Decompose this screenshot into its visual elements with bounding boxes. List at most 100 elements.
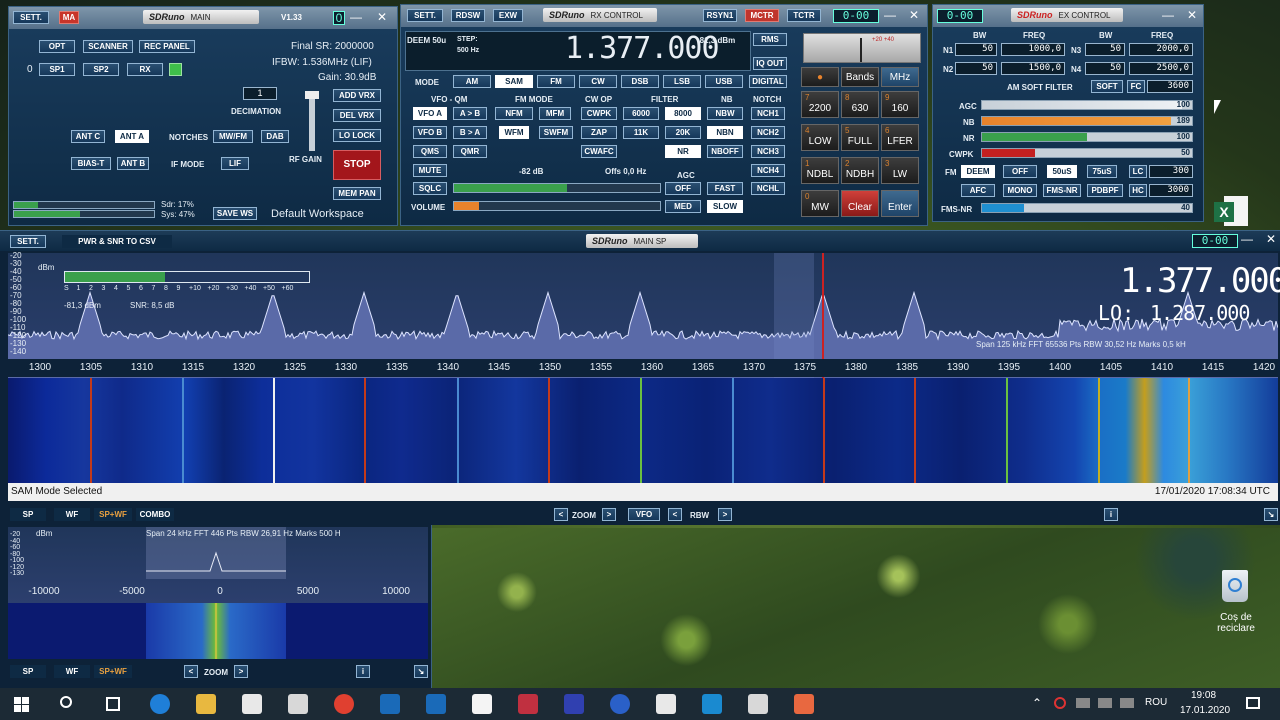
add-vrx-button[interactable]: ADD VRX [333,89,381,102]
vfo-a-button[interactable]: VFO A [413,107,447,120]
ant-b-button[interactable]: ANT B [117,157,149,170]
nr-slider[interactable]: 100 [981,132,1193,142]
bias-t-button[interactable]: BIAS-T [71,157,111,170]
mode-lsb-button[interactable]: LSB [663,75,701,88]
cwpk-button[interactable]: CWPK [581,107,617,120]
a-to-b-button[interactable]: A > B [453,107,487,120]
deem-50us-button[interactable]: 50uS [1047,165,1077,178]
nch1-button[interactable]: NCH1 [751,107,785,120]
sdruno-taskbar-icon[interactable] [748,694,768,714]
frequency-readout[interactable]: 1.377.000 [565,31,720,66]
nb-slider[interactable]: 189 [981,116,1193,126]
nch2-button[interactable]: NCH2 [751,126,785,139]
cwpk-slider[interactable]: 50 [981,148,1193,158]
ma-button[interactable]: MA [59,11,79,24]
rf-gain-handle[interactable] [305,91,319,99]
combo-button[interactable]: COMBO [136,508,174,521]
rbw-up-button[interactable]: > [718,508,732,521]
file-explorer-icon[interactable] [196,694,216,714]
rx-button[interactable]: RX [127,63,163,76]
small-zoom-out-button[interactable]: < [184,665,198,678]
app-icon-1[interactable] [380,694,400,714]
deem-off-button[interactable]: OFF [1003,165,1037,178]
volume-slider[interactable] [453,201,661,211]
wfm-button[interactable]: WFM [499,126,529,139]
zoom-out-button[interactable]: < [554,508,568,521]
record-tray-icon[interactable] [1054,697,1066,709]
start-icon[interactable] [14,697,30,713]
mode-cw-button[interactable]: CW [579,75,617,88]
notifications-icon[interactable] [1246,697,1260,709]
store-icon[interactable] [242,694,262,714]
app-icon-5[interactable] [610,694,630,714]
lc-button[interactable]: LC [1129,165,1147,178]
mode-dsb-button[interactable]: DSB [621,75,659,88]
n1-freq-field[interactable]: 1000,0 [1001,43,1065,56]
agc-off-button[interactable]: OFF [665,182,701,195]
nbw-button[interactable]: NBW [707,107,743,120]
pwr-snr-csv-button[interactable]: PWR & SNR TO CSV [62,235,172,248]
lc-value-field[interactable]: 300 [1149,165,1193,178]
app-icon-8[interactable] [794,694,814,714]
n2-freq-field[interactable]: 1500,0 [1001,62,1065,75]
keypad-low-button[interactable]: 4 LOW [801,124,839,151]
small-resize-icon[interactable]: ↘ [414,665,428,678]
app-icon-7[interactable] [702,694,722,714]
notepad-icon[interactable] [472,694,492,714]
keypad-ndbh-button[interactable]: 2 NDBH [841,157,879,184]
keypad-630-button[interactable]: 8 630 [841,91,879,118]
agc-med-button[interactable]: MED [665,200,701,213]
nfm-button[interactable]: NFM [495,107,533,120]
keypad-clear-button[interactable]: Clear [841,190,879,217]
sp2-button[interactable]: SP2 [83,63,119,76]
keypad-lw-button[interactable]: 3 LW [881,157,919,184]
deem-button[interactable]: DEEM [961,165,995,178]
ant-c-button[interactable]: ANT C [71,130,105,143]
squelch-slider[interactable] [453,183,661,193]
waterfall-display[interactable] [8,378,1278,483]
agc-slider[interactable]: 100 [981,100,1193,110]
keypad-mw-button[interactable]: 0 MW [801,190,839,217]
agc-fast-button[interactable]: FAST [707,182,743,195]
fms-nr-slider[interactable]: 40 [981,203,1193,213]
main-sett-button[interactable]: SETT. [13,11,49,24]
vfo-b-button[interactable]: VFO B [413,126,447,139]
stop-button[interactable]: STOP [333,150,381,180]
search-icon[interactable] [60,696,72,708]
app-icon-6[interactable] [656,694,676,714]
filter-6000-button[interactable]: 6000 [623,107,659,120]
soft-button[interactable]: SOFT [1091,80,1123,93]
keypad-2200-button[interactable]: 7 2200 [801,91,839,118]
app-icon-2[interactable] [426,694,446,714]
mode-sam-button[interactable]: SAM [495,75,533,88]
small-sp-button[interactable]: SP [10,665,46,678]
recycle-bin-icon[interactable] [1214,566,1258,606]
hc-value-field[interactable]: 3000 [1149,184,1193,197]
agc-slow-button[interactable]: SLOW [707,200,743,213]
del-vrx-button[interactable]: DEL VRX [333,109,381,122]
wf-button[interactable]: WF [54,508,90,521]
close-icon[interactable]: ✕ [375,11,389,24]
mctr-button[interactable]: MCTR [745,9,779,22]
deem-75us-button[interactable]: 75uS [1087,165,1117,178]
bands-button[interactable]: Bands [841,67,879,87]
n3-bw-field[interactable]: 50 [1085,43,1125,56]
sp1-button[interactable]: SP1 [39,63,75,76]
exw-button[interactable]: EXW [493,9,523,22]
mw-fm-button[interactable]: MW/FM [213,130,253,143]
opt-button[interactable]: OPT [39,40,75,53]
chrome-icon[interactable] [334,694,354,714]
tray-icon-1[interactable] [1076,698,1090,708]
mem-pan-button[interactable]: MEM PAN [333,187,381,200]
keypad-160-button[interactable]: 9 160 [881,91,919,118]
digital-button[interactable]: DIGITAL [749,75,787,88]
rec-panel-button[interactable]: REC PANEL [139,40,195,53]
clock-date[interactable]: 17.01.2020 [1180,705,1230,716]
decimation-value[interactable]: 1 [243,87,277,100]
mode-fm-button[interactable]: FM [537,75,575,88]
small-frequency-scale[interactable]: -10000 -5000 0 5000 10000 [8,585,428,601]
rsyn1-button[interactable]: RSYN1 [703,9,737,22]
task-view-icon[interactable] [106,697,120,711]
info-button[interactable]: i [1104,508,1118,521]
fms-nr-button[interactable]: FMS-NR [1043,184,1081,197]
